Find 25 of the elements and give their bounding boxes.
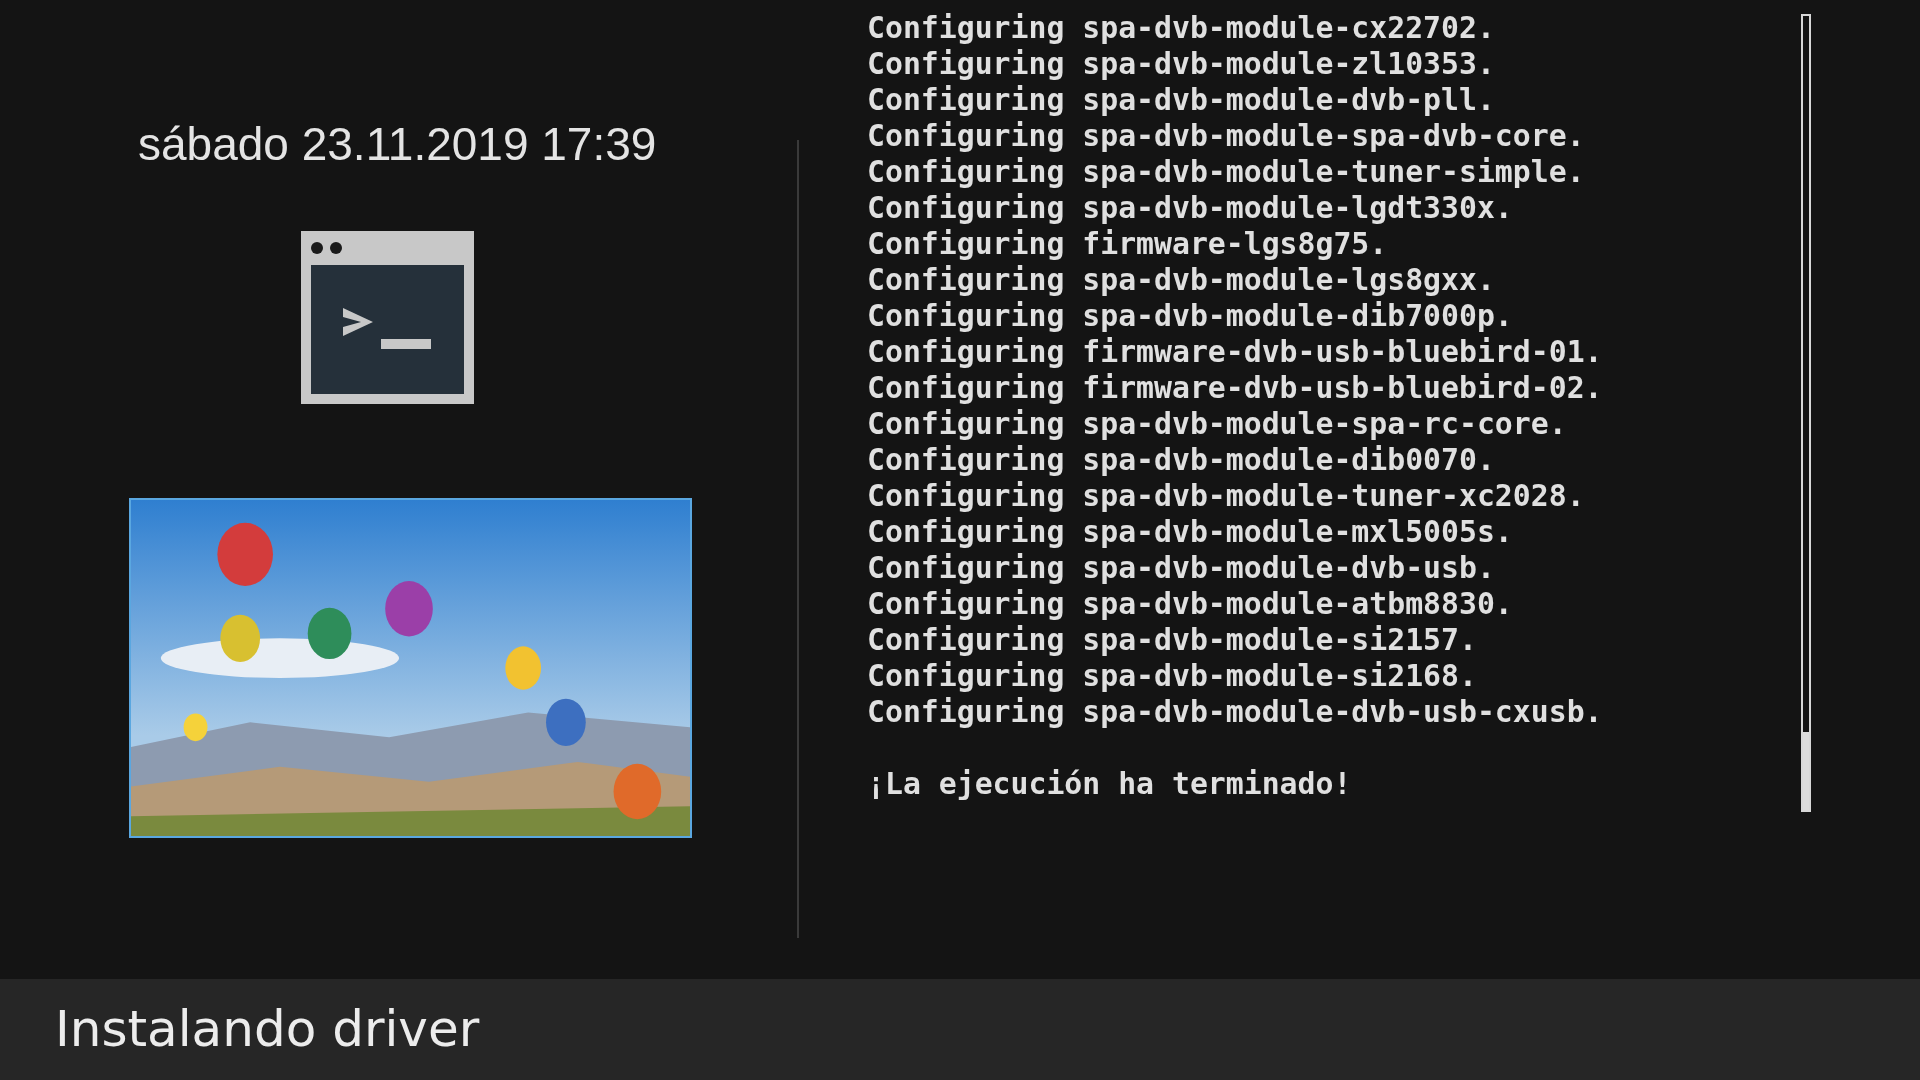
log-line: Configuring spa-dvb-module-tuner-xc2028. bbox=[867, 478, 1586, 514]
log-line: Configuring firmware-lgs8g75. bbox=[867, 226, 1389, 262]
scrollbar[interactable] bbox=[1801, 14, 1811, 812]
screen-title: Instalando driver bbox=[55, 999, 480, 1060]
log-line: Configuring spa-dvb-module-zl10353. bbox=[867, 46, 1496, 82]
log-line: Configuring spa-dvb-module-lgs8gxx. bbox=[867, 262, 1496, 298]
log-line: Configuring spa-dvb-module-si2168. bbox=[867, 658, 1478, 694]
terminal-icon bbox=[301, 231, 474, 404]
log-line: Configuring firmware-dvb-usb-bluebird-02. bbox=[867, 370, 1604, 406]
log-line: Configuring spa-dvb-module-dvb-usb. bbox=[867, 550, 1496, 586]
log-line: Configuring spa-dvb-module-si2157. bbox=[867, 622, 1478, 658]
log-line: Configuring spa-dvb-module-mxl5005s. bbox=[867, 514, 1514, 550]
log-line: Configuring spa-dvb-module-dvb-usb-cxusb. bbox=[867, 694, 1604, 730]
log-line: Configuring spa-dvb-module-cx22702. bbox=[867, 10, 1496, 46]
date-time-text: sábado 23.11.2019 17:39 bbox=[138, 117, 658, 172]
log-line: Configuring spa-dvb-module-spa-dvb-core. bbox=[867, 118, 1586, 154]
log-line: Configuring spa-dvb-module-dvb-pll. bbox=[867, 82, 1496, 118]
log-line: Configuring spa-dvb-module-dib0070. bbox=[867, 442, 1496, 478]
log-line: Configuring spa-dvb-module-dib7000p. bbox=[867, 298, 1514, 334]
result-message: ¡La ejecución ha terminado! bbox=[867, 766, 1353, 802]
log-line: Configuring spa-dvb-module-lgdt330x. bbox=[867, 190, 1514, 226]
log-line: Configuring spa-dvb-module-spa-rc-core. bbox=[867, 406, 1568, 442]
log-line: Configuring firmware-dvb-usb-bluebird-01. bbox=[867, 334, 1604, 370]
log-line: Configuring spa-dvb-module-atbm8830. bbox=[867, 586, 1514, 622]
log-line: Configuring spa-dvb-module-tuner-simple. bbox=[867, 154, 1586, 190]
